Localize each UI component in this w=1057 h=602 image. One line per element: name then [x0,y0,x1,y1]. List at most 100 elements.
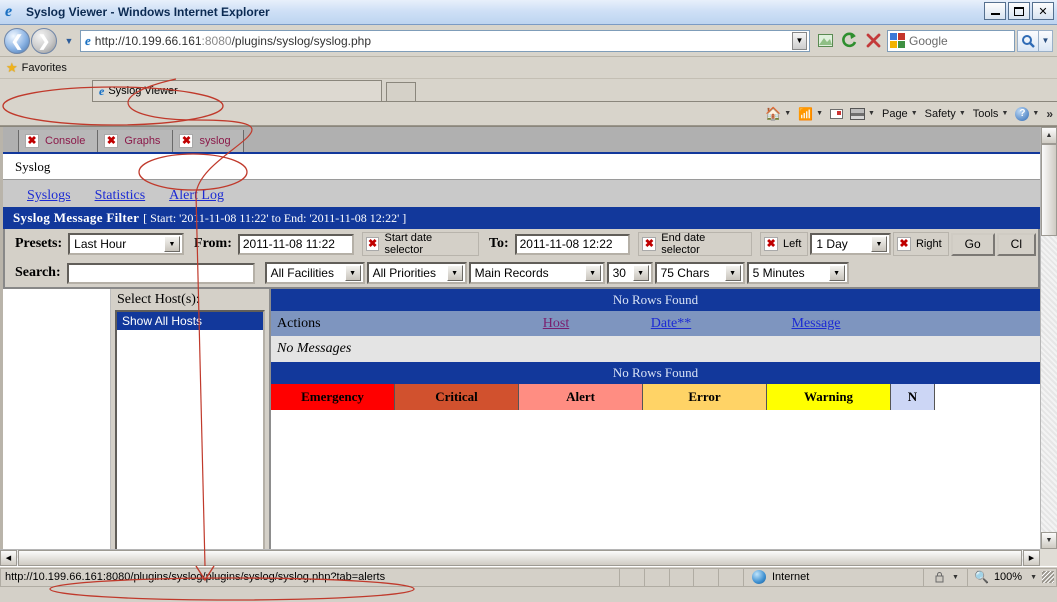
read-mail-button[interactable] [827,108,846,119]
subtab-statistics[interactable]: Statistics [84,184,156,207]
chevron-down-icon[interactable]: ▼ [1032,110,1039,117]
to-date-input[interactable]: 2011-11-08 12:22 [514,233,631,255]
column-header-date[interactable]: Date** [651,316,691,331]
severity-error[interactable]: Error [643,384,767,410]
severity-emergency[interactable]: Emergency [271,384,395,410]
subtab-alert-log[interactable]: Alert Log [159,184,234,207]
search-input[interactable] [66,262,255,284]
severity-critical[interactable]: Critical [395,384,519,410]
chevron-down-icon[interactable]: ▼ [344,265,361,281]
chevron-down-icon[interactable]: ▼ [1030,574,1037,581]
close-button[interactable]: ✕ [1032,2,1054,20]
clear-button[interactable]: Cl [996,232,1036,256]
facilities-select[interactable]: All Facilities ▼ [264,262,365,284]
scroll-up-icon[interactable]: ▲ [1041,127,1057,144]
scroll-down-icon[interactable]: ▼ [1041,532,1057,549]
close-icon[interactable]: ✖ [365,237,380,251]
close-icon[interactable]: ✖ [896,237,911,251]
favorites-star-icon[interactable]: ★ [6,60,18,76]
go-button[interactable]: Go [950,232,995,256]
chevron-down-icon[interactable]: ▼ [164,236,181,252]
minimize-button[interactable] [984,2,1006,20]
severity-legend: Emergency Critical Alert Error Warning N [271,384,1040,410]
syslog-subtab-bar: Syslogs Statistics Alert Log [3,180,1040,207]
chevron-down-icon[interactable]: ▼ [911,110,918,117]
close-icon[interactable]: ✖ [764,237,779,251]
scroll-right-icon[interactable]: ▶ [1023,550,1040,566]
scroll-left-icon[interactable]: ◀ [0,550,17,566]
zoom-control[interactable]: 🔍 100% ▼ [967,567,1057,587]
shift-right-button[interactable]: ✖ Right [892,232,949,256]
plugin-tab-console[interactable]: ✖ Console [18,130,99,152]
refresh-interval-select[interactable]: 5 Minutes ▼ [746,262,849,284]
page-menu[interactable]: Page ▼ [879,108,921,120]
chevron-down-icon[interactable]: ▼ [828,265,845,281]
column-header-message[interactable]: Message [792,316,841,331]
maximize-button[interactable] [1008,2,1030,20]
close-icon[interactable]: ✖ [642,237,657,251]
host-option-show-all[interactable]: Show All Hosts [117,312,263,330]
subtab-syslogs[interactable]: Syslogs [17,184,81,207]
url-input[interactable]: e http://10.199.66.161:8080/plugins/sysl… [80,29,810,52]
command-bar-overflow-icon[interactable]: » [1046,107,1053,121]
chevron-down-icon[interactable]: ▼ [784,110,791,117]
severity-warning[interactable]: Warning [767,384,891,410]
safety-menu[interactable]: Safety ▼ [922,108,969,120]
close-icon[interactable]: ✖ [25,134,39,148]
host-listbox[interactable]: Show All Hosts [115,310,265,549]
back-button[interactable]: ❮ [4,27,30,54]
privacy-report-button[interactable]: ▼ [923,567,968,587]
severity-alert[interactable]: Alert [519,384,643,410]
chevron-down-icon[interactable]: ▼ [632,265,649,281]
records-select[interactable]: Main Records ▼ [468,262,605,284]
print-button[interactable]: ▼ [847,107,878,120]
search-provider-dropdown-icon[interactable]: ▼ [1039,29,1053,52]
rows-select[interactable]: 30 ▼ [606,262,653,284]
browser-search-box[interactable]: Google [887,29,1015,52]
horizontal-scrollbar[interactable]: ◀ ▶ [0,549,1040,566]
end-date-selector-toggle[interactable]: ✖ End date selector [638,232,753,256]
help-menu[interactable]: ? ▼ [1012,106,1042,121]
from-date-input[interactable]: 2011-11-08 11:22 [237,233,354,255]
plugin-tab-graphs[interactable]: ✖ Graphs [98,130,174,152]
search-go-button[interactable] [1017,29,1039,52]
forward-button[interactable]: ❯ [31,27,57,54]
close-icon[interactable]: ✖ [104,134,119,148]
chevron-down-icon[interactable]: ▼ [724,265,741,281]
severity-notice[interactable]: N [891,384,935,410]
chevron-down-icon[interactable]: ▼ [952,574,959,581]
resize-grip[interactable] [1042,571,1055,583]
browser-tab-syslog-viewer[interactable]: e Syslog Viewer [92,80,382,101]
chevron-down-icon[interactable]: ▼ [868,110,875,117]
vertical-scroll-thumb[interactable] [1041,144,1057,236]
close-icon[interactable]: ✖ [179,134,194,148]
chevron-down-icon[interactable]: ▼ [816,110,823,117]
plugin-tab-syslog[interactable]: ✖ syslog [173,130,244,152]
horizontal-scroll-thumb[interactable] [18,550,1022,566]
column-header-host[interactable]: Host [543,316,569,331]
chevron-down-icon[interactable]: ▼ [870,236,887,252]
recent-pages-dropdown-icon[interactable]: ▼ [61,36,77,46]
home-button[interactable]: 🏠 ▼ [762,106,794,122]
new-tab-button[interactable] [386,82,416,101]
filter-panel: Presets: Last Hour ▼ From: 2011-11-08 11… [3,229,1040,289]
chevron-down-icon[interactable]: ▼ [959,110,966,117]
priorities-select[interactable]: All Priorities ▼ [366,262,467,284]
shift-amount-select[interactable]: 1 Day ▼ [810,233,891,255]
chars-select[interactable]: 75 Chars ▼ [654,262,745,284]
stop-icon[interactable] [862,30,884,52]
chevron-down-icon[interactable]: ▼ [1001,110,1008,117]
start-date-selector-toggle[interactable]: ✖ Start date selector [361,232,479,256]
url-dropdown-icon[interactable]: ▼ [792,31,807,50]
chevron-down-icon[interactable]: ▼ [584,265,601,281]
feeds-button[interactable]: 📶 ▼ [795,107,826,121]
compatibility-view-icon[interactable] [814,30,836,52]
tools-menu[interactable]: Tools ▼ [970,108,1012,120]
shift-left-button[interactable]: ✖ Left [760,232,809,256]
vertical-scrollbar[interactable]: ▲ ▼ [1040,127,1057,549]
favorites-label[interactable]: Favorites [22,62,67,74]
chevron-down-icon[interactable]: ▼ [446,265,463,281]
refresh-icon[interactable] [838,30,860,52]
security-zone-indicator[interactable]: Internet [743,567,924,587]
presets-select[interactable]: Last Hour ▼ [68,233,185,255]
